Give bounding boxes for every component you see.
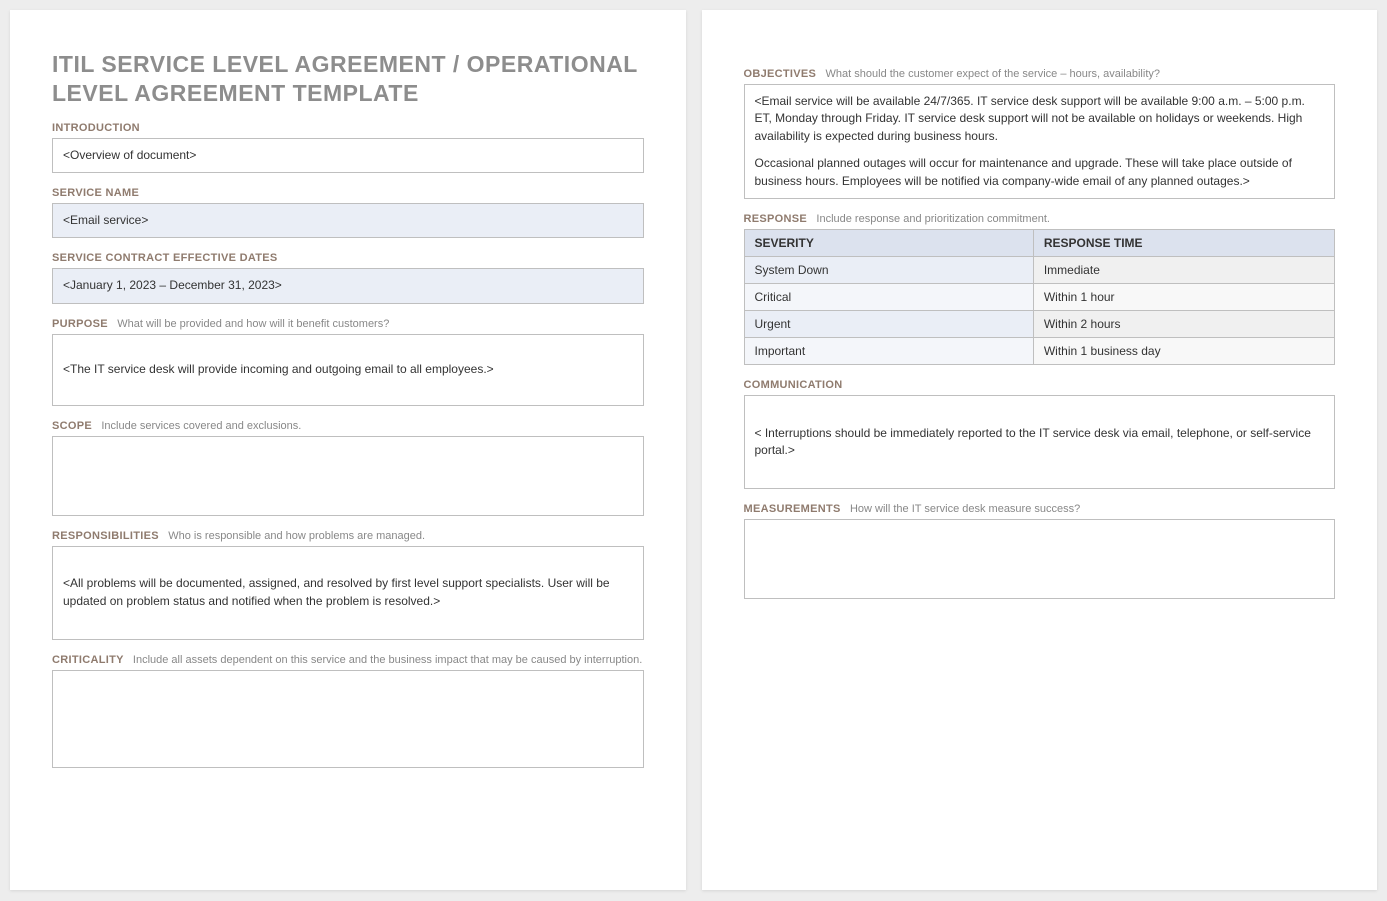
severity-cell: Important (744, 337, 1033, 364)
introduction-label: INTRODUCTION (52, 122, 644, 134)
table-row: System Down Immediate (744, 256, 1335, 283)
criticality-label-text: CRITICALITY (52, 654, 124, 666)
time-cell: Within 1 business day (1033, 337, 1334, 364)
response-label: RESPONSE Include response and prioritiza… (744, 213, 1336, 225)
time-cell: Within 2 hours (1033, 310, 1334, 337)
document-page-1: ITIL SERVICE LEVEL AGREEMENT / OPERATION… (10, 10, 686, 890)
severity-cell: System Down (744, 256, 1033, 283)
objectives-para1: <Email service will be available 24/7/36… (755, 93, 1325, 145)
response-label-text: RESPONSE (744, 213, 808, 225)
measurements-hint: How will the IT service desk measure suc… (850, 503, 1080, 515)
table-row: Urgent Within 2 hours (744, 310, 1335, 337)
measurements-label: MEASUREMENTS How will the IT service des… (744, 503, 1336, 515)
communication-label: COMMUNICATION (744, 379, 1336, 391)
measurements-field[interactable] (744, 519, 1336, 599)
objectives-label-text: OBJECTIVES (744, 68, 817, 80)
table-row: Important Within 1 business day (744, 337, 1335, 364)
scope-label: SCOPE Include services covered and exclu… (52, 420, 644, 432)
response-header-time: RESPONSE TIME (1033, 229, 1334, 256)
scope-hint: Include services covered and exclusions. (101, 420, 301, 432)
purpose-label-text: PURPOSE (52, 318, 108, 330)
criticality-label: CRITICALITY Include all assets dependent… (52, 654, 644, 666)
communication-field[interactable]: < Interruptions should be immediately re… (744, 395, 1336, 489)
responsibilities-label-text: RESPONSIBILITIES (52, 530, 159, 542)
severity-cell: Urgent (744, 310, 1033, 337)
purpose-label: PURPOSE What will be provided and how wi… (52, 318, 644, 330)
table-row: Critical Within 1 hour (744, 283, 1335, 310)
response-header-severity: SEVERITY (744, 229, 1033, 256)
response-hint: Include response and prioritization comm… (816, 213, 1050, 225)
severity-cell: Critical (744, 283, 1033, 310)
objectives-hint: What should the customer expect of the s… (826, 68, 1160, 80)
scope-field[interactable] (52, 436, 644, 516)
response-table: SEVERITY RESPONSE TIME System Down Immed… (744, 229, 1336, 365)
scope-label-text: SCOPE (52, 420, 92, 432)
measurements-label-text: MEASUREMENTS (744, 503, 841, 515)
responsibilities-field[interactable]: <All problems will be documented, assign… (52, 546, 644, 640)
time-cell: Within 1 hour (1033, 283, 1334, 310)
purpose-hint: What will be provided and how will it be… (117, 318, 389, 330)
objectives-para2: Occasional planned outages will occur fo… (755, 155, 1325, 190)
document-title: ITIL SERVICE LEVEL AGREEMENT / OPERATION… (52, 50, 644, 108)
purpose-field[interactable]: <The IT service desk will provide incomi… (52, 334, 644, 406)
document-page-2: OBJECTIVES What should the customer expe… (702, 10, 1378, 890)
effective-dates-field[interactable]: <January 1, 2023 – December 31, 2023> (52, 268, 644, 303)
service-name-label: SERVICE NAME (52, 187, 644, 199)
introduction-field[interactable]: <Overview of document> (52, 138, 644, 173)
effective-dates-label: SERVICE CONTRACT EFFECTIVE DATES (52, 252, 644, 264)
responsibilities-hint: Who is responsible and how problems are … (168, 530, 425, 542)
responsibilities-label: RESPONSIBILITIES Who is responsible and … (52, 530, 644, 542)
time-cell: Immediate (1033, 256, 1334, 283)
service-name-field[interactable]: <Email service> (52, 203, 644, 238)
objectives-field[interactable]: <Email service will be available 24/7/36… (744, 84, 1336, 199)
criticality-hint: Include all assets dependent on this ser… (133, 654, 642, 666)
criticality-field[interactable] (52, 670, 644, 768)
objectives-label: OBJECTIVES What should the customer expe… (744, 68, 1336, 80)
